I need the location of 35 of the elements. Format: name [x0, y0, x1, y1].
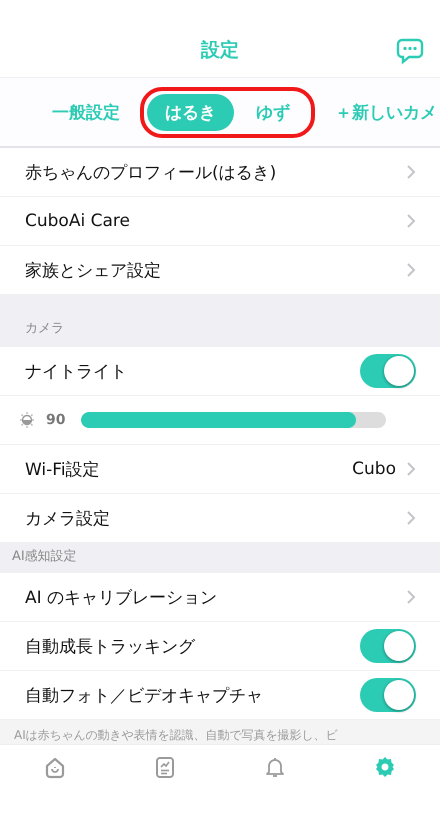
- tab[interactable]: ＋新しいカメ: [321, 92, 440, 132]
- slider-value: 90: [46, 412, 66, 428]
- chevron-right-icon[interactable]: [406, 262, 416, 278]
- chat-button[interactable]: [396, 37, 426, 65]
- toggle-switch[interactable]: [360, 629, 416, 663]
- screen-title: 設定: [201, 38, 239, 63]
- setting-label: 自動成長トラッキング: [25, 636, 196, 658]
- brightness-icon: [18, 411, 36, 429]
- settings-icon[interactable]: [373, 755, 397, 779]
- setting-label: 家族とシェア設定: [25, 260, 162, 282]
- tab[interactable]: ゆず: [238, 94, 308, 130]
- chevron-right-icon[interactable]: [406, 213, 416, 229]
- setting-label: AI のキャリブレーション: [25, 586, 218, 608]
- setting-label: CuboAi Care: [25, 211, 131, 231]
- setting-label: 自動フォト／ビデオキャプチャ: [25, 684, 264, 706]
- tab[interactable]: 一般設定: [38, 92, 134, 132]
- setting-label: 赤ちゃんのプロフィール(はるき): [25, 162, 278, 184]
- tab[interactable]: はるき: [147, 94, 234, 130]
- setting-label: カメラ設定: [25, 508, 111, 530]
- chevron-right-icon[interactable]: [406, 510, 416, 526]
- toggle-switch[interactable]: [360, 678, 416, 712]
- section-title: AI感知設定: [12, 548, 77, 565]
- chevron-right-icon[interactable]: [406, 461, 416, 477]
- setting-label: ナイトライト: [25, 360, 128, 382]
- chevron-right-icon[interactable]: [406, 164, 416, 180]
- setting-value: Cubo: [352, 459, 396, 479]
- section-title: カメラ: [25, 320, 64, 337]
- home-face-icon[interactable]: [43, 755, 67, 779]
- footnote-text: AIは赤ちゃんの動きや表情を認識、自動で写真を撮影し、ビ: [14, 728, 338, 742]
- chevron-right-icon[interactable]: [406, 589, 416, 605]
- bell-icon[interactable]: [263, 755, 287, 779]
- chat-icon: [396, 37, 426, 65]
- toggle-switch[interactable]: [360, 354, 416, 388]
- setting-label: Wi-Fi設定: [25, 458, 101, 480]
- chart-note-icon[interactable]: [153, 755, 177, 779]
